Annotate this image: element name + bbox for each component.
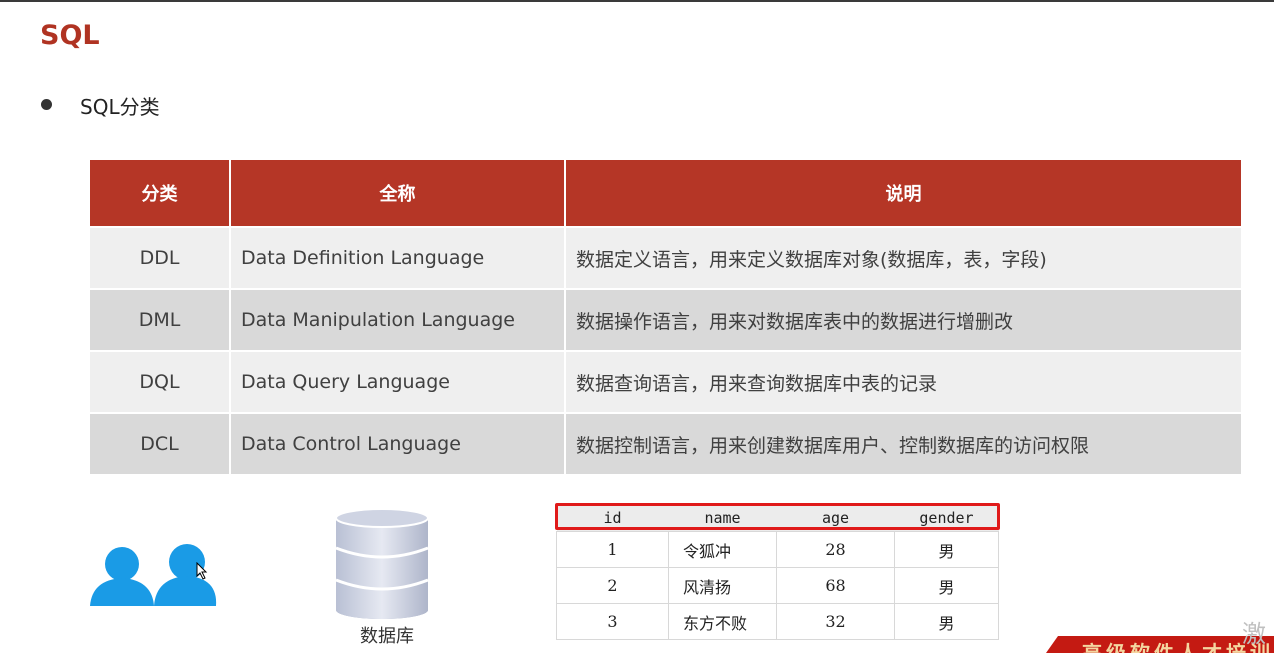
- cell-gender: 男: [894, 603, 999, 640]
- row-fullname: Data Control Language: [229, 412, 566, 476]
- cell-id: 3: [556, 603, 669, 640]
- cell-id: 2: [556, 567, 669, 604]
- cell-id: 1: [556, 531, 669, 568]
- header-fullname: 全称: [229, 158, 566, 228]
- cell-gender: 男: [894, 531, 999, 568]
- bullet-dot: [41, 99, 52, 110]
- row-description: 数据查询语言，用来查询数据库中表的记录: [564, 350, 1243, 414]
- row-description: 数据定义语言，用来定义数据库对象(数据库，表，字段): [564, 226, 1243, 290]
- cell-age: 68: [776, 567, 895, 604]
- data-row: 1 令狐冲 28 男: [556, 531, 999, 568]
- cell-name: 令狐冲: [668, 531, 777, 568]
- row-fullname: Data Definition Language: [229, 226, 566, 290]
- cell-gender: 男: [894, 567, 999, 604]
- row-fullname: Data Query Language: [229, 350, 566, 414]
- table-row: DCL Data Control Language 数据控制语言，用来创建数据库…: [88, 412, 1243, 476]
- watermark: 激: [1242, 620, 1266, 648]
- row-code: DCL: [88, 412, 231, 476]
- row-fullname: Data Manipulation Language: [229, 288, 566, 352]
- cell-age: 32: [776, 603, 895, 640]
- header-description: 说明: [564, 158, 1243, 228]
- row-code: DQL: [88, 350, 231, 414]
- header-category: 分类: [88, 158, 231, 228]
- data-row: 2 风清扬 68 男: [556, 567, 999, 604]
- cell-name: 风清扬: [668, 567, 777, 604]
- row-code: DML: [88, 288, 231, 352]
- top-border: [0, 0, 1274, 2]
- row-code: DDL: [88, 226, 231, 290]
- data-row: 3 东方不败 32 男: [556, 603, 999, 640]
- page-title: SQL: [40, 20, 100, 51]
- sql-category-table: 分类 全称 说明 DDL Data Definition Language 数据…: [88, 158, 1243, 476]
- bullet-heading: SQL分类: [80, 95, 160, 119]
- cell-age: 28: [776, 531, 895, 568]
- table-header-row: 分类 全称 说明: [88, 158, 1243, 228]
- row-description: 数据操作语言，用来对数据库表中的数据进行增删改: [564, 288, 1243, 352]
- database-label: 数据库: [360, 626, 414, 647]
- cell-name: 东方不败: [668, 603, 777, 640]
- header-highlight-box: [555, 503, 1000, 530]
- mouse-cursor-icon: [196, 562, 208, 580]
- table-row: DML Data Manipulation Language 数据操作语言，用来…: [88, 288, 1243, 352]
- table-row: DQL Data Query Language 数据查询语言，用来查询数据库中表…: [88, 350, 1243, 414]
- table-row: DDL Data Definition Language 数据定义语言，用来定义…: [88, 226, 1243, 290]
- row-description: 数据控制语言，用来创建数据库用户、控制数据库的访问权限: [564, 412, 1243, 476]
- database-icon: [335, 508, 429, 619]
